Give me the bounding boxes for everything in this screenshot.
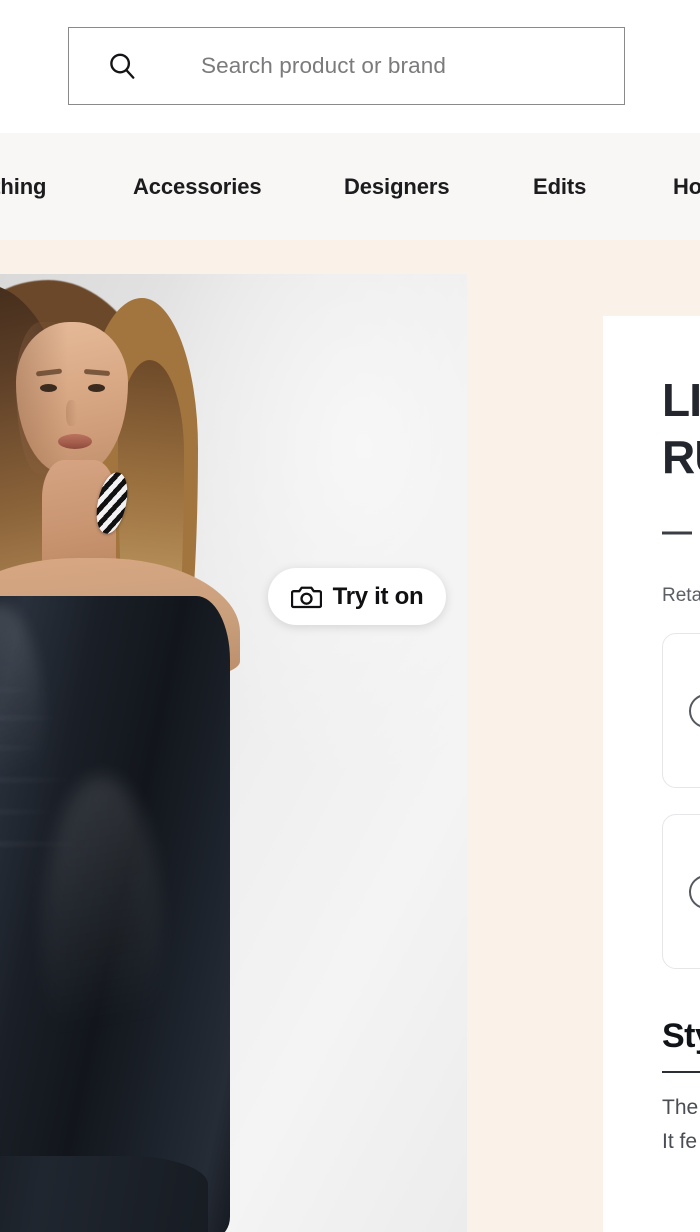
product-price: —	[662, 515, 692, 549]
model-face-shadow	[16, 322, 68, 474]
camera-icon	[290, 586, 322, 609]
styling-heading: Styling	[662, 1017, 700, 1056]
styling-divider	[662, 1071, 700, 1074]
retailer-label: Retailer	[662, 585, 700, 607]
model-eye-right	[88, 384, 105, 392]
try-it-on-button[interactable]: Try it on	[268, 568, 446, 625]
nav-item-designers[interactable]: Designers	[344, 174, 450, 200]
product-detail-page: Search product or brand Clothing Accesso…	[0, 0, 700, 1232]
model-nose	[66, 400, 77, 426]
styling-body: The It fe	[662, 1091, 700, 1159]
styling-line: It fe	[662, 1130, 698, 1154]
try-it-on-label: Try it on	[332, 582, 424, 610]
dress-ruche	[0, 842, 88, 846]
radio-circle-icon[interactable]	[689, 874, 700, 909]
category-nav: Clothing Accessories Designers Edits Hom…	[0, 133, 700, 240]
model-eye-left	[40, 384, 57, 392]
product-dress	[0, 596, 230, 1232]
dress-ruche	[0, 810, 64, 814]
nav-item-clothing[interactable]: Clothing	[0, 174, 47, 200]
search-icon	[110, 53, 135, 79]
dress-highlight-upper	[0, 604, 44, 854]
product-title: LINEN RUCHED MAXI DRESS	[662, 372, 700, 486]
search-input[interactable]: Search product or brand	[68, 27, 625, 105]
nav-item-edits[interactable]: Edits	[533, 174, 586, 200]
model-lips	[58, 434, 92, 449]
search-header: Search product or brand	[0, 0, 700, 133]
purchase-option-card[interactable]	[662, 633, 700, 789]
dress-ruche	[0, 688, 42, 692]
search-placeholder: Search product or brand	[201, 53, 446, 78]
radio-circle-icon[interactable]	[689, 693, 700, 728]
dress-ruche	[0, 778, 82, 782]
dress-highlight-lower	[42, 776, 162, 1106]
product-details-card: LINEN RUCHED MAXI DRESS — Retailer Styli…	[603, 316, 700, 1232]
product-gallery[interactable]: Try it on	[0, 274, 467, 1232]
nav-item-accessories[interactable]: Accessories	[133, 174, 262, 200]
dress-hem	[0, 1156, 208, 1232]
dress-ruche	[0, 716, 67, 720]
dress-ruche	[0, 746, 52, 750]
product-title-line-1: LINEN	[662, 374, 700, 426]
product-title-line-2: RUCHED MAXI DRESS	[662, 431, 700, 484]
styling-line: The	[662, 1096, 699, 1120]
purchase-option-card[interactable]	[662, 814, 700, 970]
product-photo	[0, 274, 467, 1232]
nav-item-home[interactable]: Home	[673, 174, 700, 200]
